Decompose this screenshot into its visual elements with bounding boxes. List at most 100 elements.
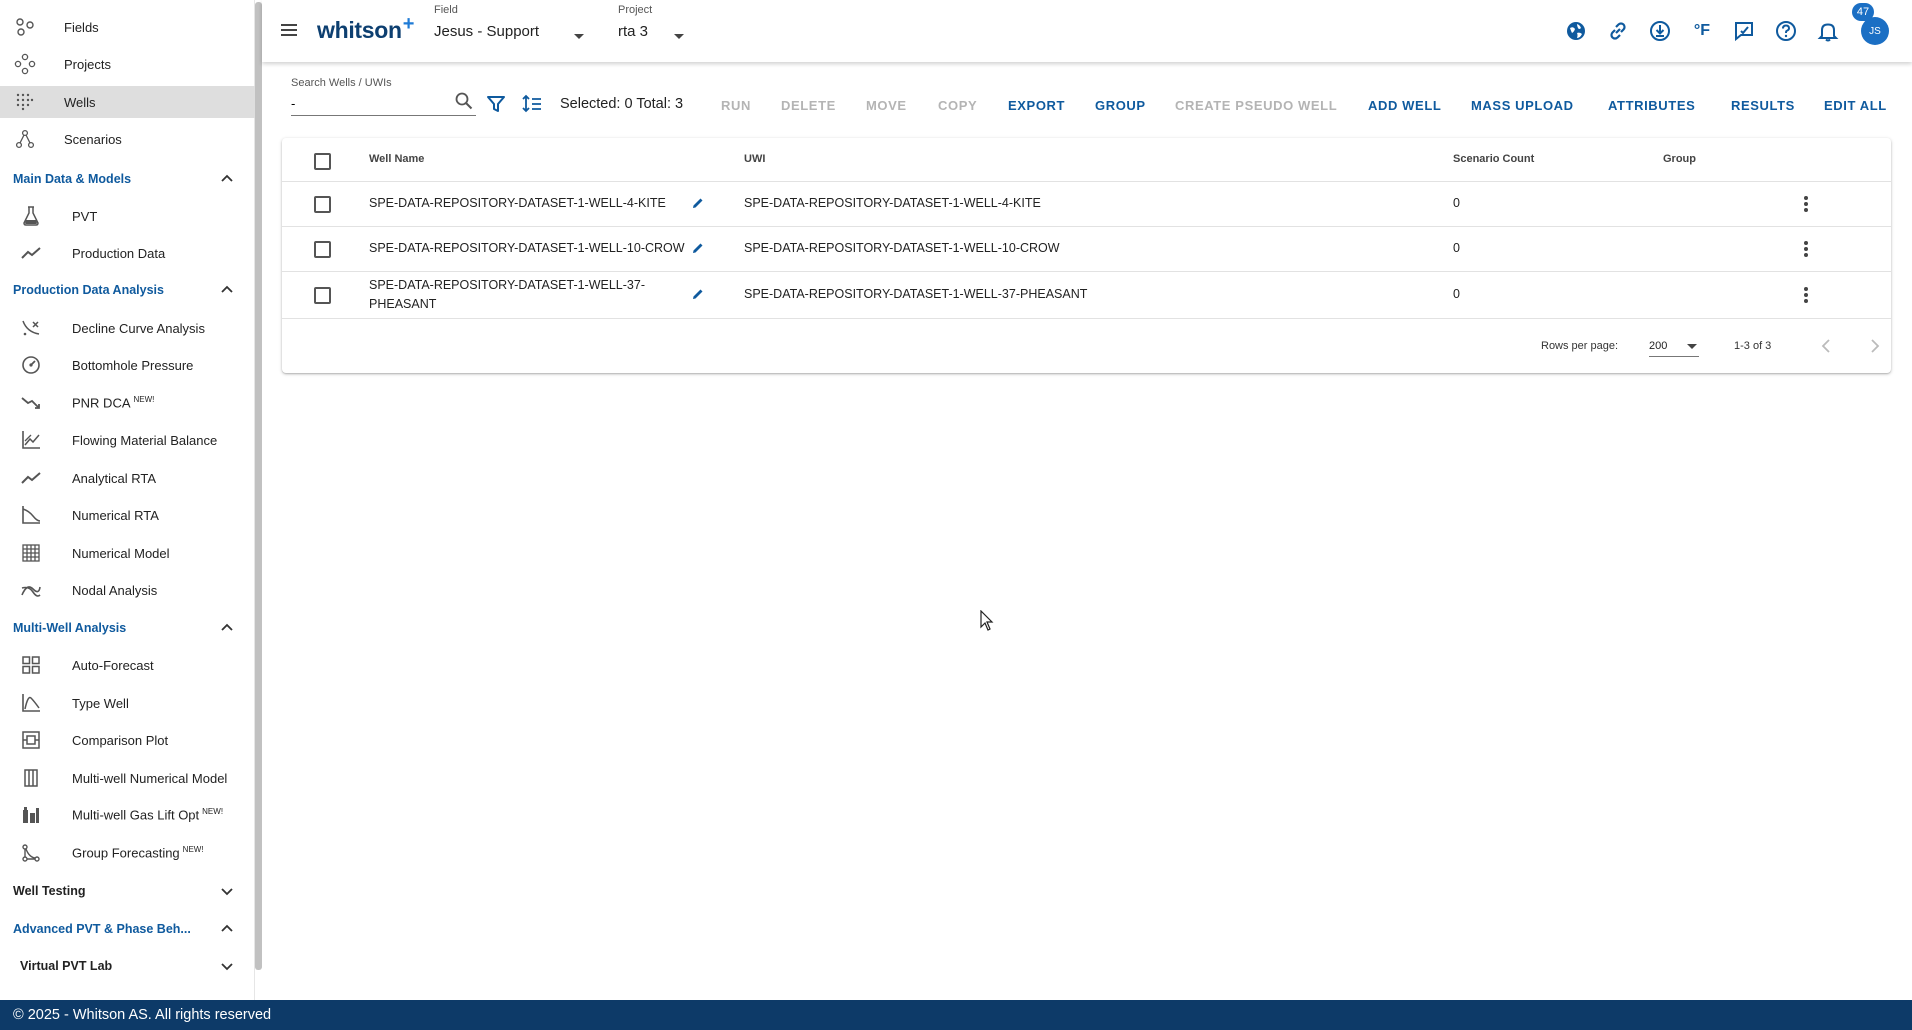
copy-button[interactable]: COPY	[938, 98, 977, 113]
type-well-icon	[20, 692, 42, 714]
search-icon[interactable]	[455, 92, 475, 112]
run-button[interactable]: RUN	[721, 98, 751, 113]
menu-icon[interactable]	[278, 19, 300, 41]
sidebar-scrollbar[interactable]	[255, 0, 262, 970]
sidebar-item-comparison-plot[interactable]: Comparison Plot	[0, 728, 255, 752]
sidebar-item-fields[interactable]: Fields	[0, 12, 255, 42]
move-button[interactable]: MOVE	[866, 98, 907, 113]
sidebar-item-production-data[interactable]: Production Data	[0, 241, 255, 265]
feedback-icon[interactable]	[1731, 18, 1757, 44]
select-all-checkbox[interactable]	[314, 153, 331, 170]
mass-upload-button[interactable]: MASS UPLOAD	[1471, 98, 1574, 113]
sidebar-item-group-forecasting[interactable]: Group Forecasting NEW!	[0, 841, 255, 865]
sidebar-item-pvt[interactable]: PVT	[0, 204, 255, 228]
section-virtual-pvt-lab[interactable]: Virtual PVT Lab	[0, 954, 255, 978]
export-button[interactable]: EXPORT	[1008, 98, 1065, 113]
sidebar-item-label: Decline Curve Analysis	[72, 320, 205, 336]
sidebar-item-label: Nodal Analysis	[72, 582, 158, 598]
column-header-well-name[interactable]: Well Name	[369, 153, 424, 165]
caret-down-icon	[674, 34, 684, 39]
column-header-group[interactable]: Group	[1663, 153, 1696, 165]
filter-icon[interactable]	[486, 94, 506, 114]
fmb-chart-icon	[20, 429, 42, 451]
download-icon[interactable]	[1647, 18, 1673, 44]
attributes-button[interactable]: ATTRIBUTES	[1608, 98, 1695, 113]
section-well-testing[interactable]: Well Testing	[0, 879, 255, 903]
uwi-cell: SPE-DATA-REPOSITORY-DATASET-1-WELL-10-CR…	[744, 241, 1060, 255]
well-name-cell[interactable]: SPE-DATA-REPOSITORY-DATASET-1-WELL-4-KIT…	[369, 194, 666, 213]
sidebar-item-flowing-material-balance[interactable]: Flowing Material Balance	[0, 428, 255, 452]
column-header-scenario-count[interactable]: Scenario Count	[1453, 153, 1534, 165]
rows-per-page-select[interactable]: 200	[1649, 335, 1699, 357]
field-select[interactable]: Field Jesus - Support	[434, 4, 594, 40]
pnr-label: PNR DCA	[72, 395, 131, 411]
sidebar-item-auto-forecast[interactable]: Auto-Forecast	[0, 653, 255, 677]
sidebar-item-numerical-rta[interactable]: Numerical RTA	[0, 503, 255, 527]
sidebar-item-nodal-analysis[interactable]: Nodal Analysis	[0, 578, 255, 602]
sidebar-item-label: Scenarios	[64, 131, 122, 147]
edit-pencil-icon[interactable]	[691, 196, 707, 212]
results-button[interactable]: RESULTS	[1731, 98, 1795, 113]
scrollbar-thumb[interactable]	[255, 2, 262, 970]
delete-button[interactable]: DELETE	[781, 98, 836, 113]
new-badge: NEW!	[182, 845, 204, 855]
sort-icon[interactable]	[521, 94, 543, 114]
scenarios-icon	[14, 128, 36, 150]
rows-per-page-value: 200	[1649, 340, 1668, 352]
wells-table: Well Name UWI Scenario Count Group SPE-D…	[282, 138, 1891, 373]
sidebar-item-analytical-rta[interactable]: Analytical RTA	[0, 466, 255, 490]
flask-icon	[20, 205, 42, 227]
table-row[interactable]: SPE-DATA-REPOSITORY-DATASET-1-WELL-4-KIT…	[282, 181, 1891, 226]
sidebar-item-pnr-dca[interactable]: PNR DCA NEW!	[0, 391, 255, 415]
edit-pencil-icon[interactable]	[691, 287, 707, 303]
chevron-left-icon[interactable]	[1817, 336, 1837, 356]
sidebar-item-multi-well-numerical-model[interactable]: Multi-well Numerical Model	[0, 766, 255, 790]
auto-forecast-icon	[20, 654, 42, 676]
more-vert-icon[interactable]	[1796, 239, 1816, 259]
section-main-data-models[interactable]: Main Data & Models	[0, 167, 255, 191]
sidebar-item-decline-curve-analysis[interactable]: Decline Curve Analysis	[0, 316, 255, 340]
group-button[interactable]: GROUP	[1095, 98, 1146, 113]
create-pseudo-well-button[interactable]: CREATE PSEUDO WELL	[1175, 98, 1337, 113]
table-row[interactable]: SPE-DATA-REPOSITORY-DATASET-1-WELL-10-CR…	[282, 226, 1891, 271]
row-checkbox[interactable]	[314, 287, 331, 304]
column-header-uwi[interactable]: UWI	[744, 153, 765, 165]
sidebar-item-bottomhole-pressure[interactable]: Bottomhole Pressure	[0, 353, 255, 377]
new-badge: NEW!	[133, 395, 155, 405]
chevron-right-icon[interactable]	[1864, 336, 1884, 356]
fahrenheit-icon[interactable]: °F	[1689, 18, 1715, 44]
sidebar-item-scenarios[interactable]: Scenarios	[0, 124, 255, 154]
sidebar-item-multi-well-gas-lift-opt[interactable]: Multi-well Gas Lift Opt NEW!	[0, 803, 255, 827]
avatar[interactable]: JS	[1861, 17, 1889, 45]
whitson-logo[interactable]: whitson+	[317, 13, 414, 44]
link-icon[interactable]	[1605, 18, 1631, 44]
sidebar-item-type-well[interactable]: Type Well	[0, 691, 255, 715]
table-row[interactable]: SPE-DATA-REPOSITORY-DATASET-1-WELL-37- PH…	[282, 271, 1891, 318]
sidebar-item-label: Multi-well Numerical Model	[72, 770, 228, 786]
edit-all-button[interactable]: EDIT ALL	[1824, 98, 1887, 113]
more-vert-icon[interactable]	[1796, 285, 1816, 305]
section-multi-well-analysis[interactable]: Multi-Well Analysis	[0, 616, 255, 640]
row-checkbox[interactable]	[314, 241, 331, 258]
well-name-cell[interactable]: SPE-DATA-REPOSITORY-DATASET-1-WELL-10-CR…	[369, 239, 685, 258]
trend-icon	[20, 242, 42, 264]
section-title: Advanced PVT & Phase Beh...	[13, 922, 191, 936]
project-select[interactable]: Project rta 3	[618, 4, 688, 40]
well-name-cell[interactable]: SPE-DATA-REPOSITORY-DATASET-1-WELL-37- PH…	[369, 276, 645, 314]
more-vert-icon[interactable]	[1796, 194, 1816, 214]
edit-pencil-icon[interactable]	[691, 241, 707, 257]
sidebar-item-wells[interactable]: Wells	[0, 86, 255, 118]
numerical-rta-icon	[20, 504, 42, 526]
help-icon[interactable]	[1773, 18, 1799, 44]
globe-icon[interactable]	[1563, 18, 1589, 44]
sidebar-item-numerical-model[interactable]: Numerical Model	[0, 541, 255, 565]
caret-down-icon	[574, 34, 584, 39]
search-input[interactable]	[291, 92, 476, 116]
section-advanced-pvt[interactable]: Advanced PVT & Phase Beh...	[0, 917, 255, 941]
uwi-cell: SPE-DATA-REPOSITORY-DATASET-1-WELL-37-PH…	[744, 287, 1088, 301]
bell-icon[interactable]	[1815, 18, 1841, 44]
section-production-data-analysis[interactable]: Production Data Analysis	[0, 278, 255, 302]
add-well-button[interactable]: ADD WELL	[1368, 98, 1441, 113]
row-checkbox[interactable]	[314, 196, 331, 213]
sidebar-item-projects[interactable]: Projects	[0, 49, 255, 79]
